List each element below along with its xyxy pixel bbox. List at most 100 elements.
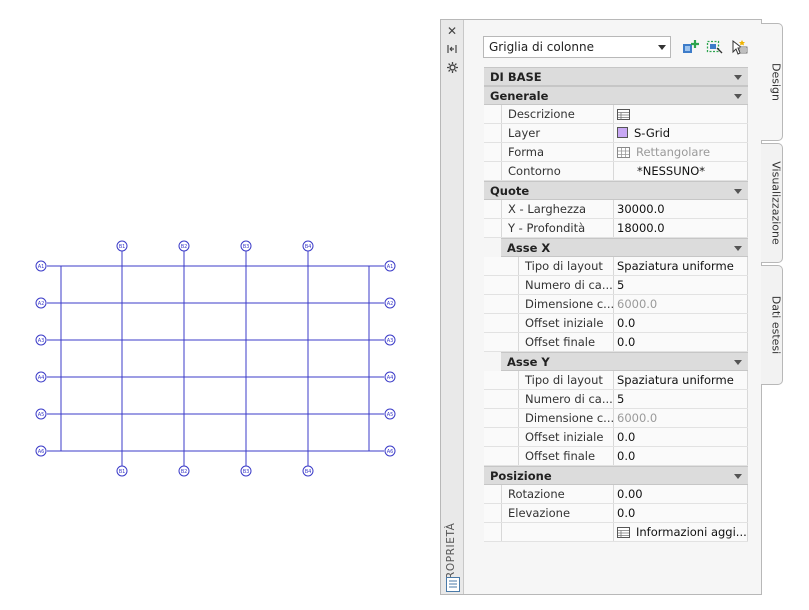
property-label: Numero di ca...: [518, 390, 614, 408]
chevron-down-icon[interactable]: [734, 94, 742, 99]
property-value-text: 0.0: [617, 506, 636, 520]
tab-dati-estesi[interactable]: Dati estesi: [761, 265, 783, 385]
grid-bubble-label[interactable]: A1: [387, 264, 394, 270]
select-objects-icon[interactable]: [730, 39, 748, 55]
grid-bubble-label[interactable]: B3: [243, 469, 250, 475]
grid-bubble-label[interactable]: B4: [305, 244, 312, 250]
grid-bubble-label[interactable]: A6: [387, 449, 394, 455]
category-header[interactable]: Posizione: [484, 466, 748, 485]
property-row[interactable]: Numero di ca... 5: [484, 276, 748, 295]
grid-bubble-label[interactable]: B1: [119, 244, 126, 250]
grid-bubble-label[interactable]: A5: [387, 412, 394, 418]
property-value[interactable]: 0.0: [614, 428, 748, 446]
property-value[interactable]: S-Grid: [614, 124, 748, 142]
chevron-down-icon[interactable]: [734, 474, 742, 479]
property-value[interactable]: 6000.0: [614, 295, 748, 313]
property-value[interactable]: 0.0: [614, 447, 748, 465]
category-header[interactable]: Generale: [484, 86, 748, 105]
property-value-text: Rettangolare: [636, 145, 711, 159]
property-value[interactable]: 6000.0: [614, 409, 748, 427]
chevron-down-icon[interactable]: [734, 246, 742, 251]
property-label: Elevazione: [501, 504, 614, 522]
property-value-text: Informazioni aggi...: [636, 525, 747, 539]
grid-bubble-label[interactable]: A2: [387, 301, 394, 307]
grid-bubble-label[interactable]: A5: [38, 412, 45, 418]
category-label: Asse X: [507, 241, 551, 255]
property-row[interactable]: Offset iniziale 0.0: [484, 314, 748, 333]
property-row[interactable]: Dimensione c... 6000.0: [484, 409, 748, 428]
quick-select-icon[interactable]: [706, 39, 724, 55]
category-header[interactable]: DI BASE: [484, 67, 748, 86]
grid-boundary[interactable]: [60, 265, 370, 452]
property-row[interactable]: X - Larghezza 30000.0: [484, 200, 748, 219]
property-value[interactable]: [614, 105, 748, 123]
add-selection-icon[interactable]: [682, 39, 700, 55]
property-value-text: 0.0: [617, 449, 636, 463]
property-row[interactable]: Descrizione: [484, 105, 748, 124]
grid-bubble-label[interactable]: B2: [181, 469, 188, 475]
property-row[interactable]: Informazioni aggi...: [484, 523, 748, 542]
property-row[interactable]: Rotazione 0.00: [484, 485, 748, 504]
property-row[interactable]: Y - Profondità 18000.0: [484, 219, 748, 238]
property-row[interactable]: Dimensione c... 6000.0: [484, 295, 748, 314]
property-value[interactable]: 5: [614, 276, 748, 294]
property-row[interactable]: Offset finale 0.0: [484, 333, 748, 352]
tab-visualizzazione[interactable]: Visualizzazione: [761, 143, 783, 263]
grid-bubble-label[interactable]: A4: [387, 375, 394, 381]
property-value[interactable]: 5: [614, 390, 748, 408]
drawing-canvas[interactable]: B1 B2 B3 B4 B1 B2 B3 B4 A1 A2 A3 A4 A5 A6 A1 A2 A3 A4 A5 A6: [0, 0, 440, 610]
property-value[interactable]: 0.0: [614, 314, 748, 332]
grid-bubble-label[interactable]: B1: [119, 469, 126, 475]
chevron-down-icon[interactable]: [734, 360, 742, 365]
category-label: Quote: [490, 184, 530, 198]
property-value[interactable]: 30000.0: [614, 200, 748, 218]
property-value-text: 5: [617, 392, 625, 406]
property-label: Offset iniziale: [518, 428, 614, 446]
grid-bubble-label[interactable]: B2: [181, 244, 188, 250]
property-value-text: 0.00: [617, 487, 643, 501]
category-header[interactable]: Quote: [484, 181, 748, 200]
property-row[interactable]: Contorno *NESSUNO*: [484, 162, 748, 181]
property-row[interactable]: Tipo di layout Spaziatura uniforme: [484, 257, 748, 276]
property-value[interactable]: Informazioni aggi...: [614, 523, 748, 541]
palette-titlebar[interactable]: ✕ PROPRIETÀ: [441, 20, 464, 594]
property-row[interactable]: Offset finale 0.0: [484, 447, 748, 466]
object-type-dropdown[interactable]: Griglia di colonne: [483, 36, 671, 58]
palette-properties-icon[interactable]: [446, 577, 460, 592]
property-row[interactable]: Elevazione 0.0: [484, 504, 748, 523]
property-value[interactable]: 0.0: [614, 333, 748, 351]
property-value[interactable]: 18000.0: [614, 219, 748, 237]
property-label: X - Larghezza: [501, 200, 614, 218]
property-label: Forma: [501, 143, 614, 161]
subcategory-header[interactable]: Asse Y: [501, 352, 748, 371]
grid-bubble-label[interactable]: A4: [38, 375, 45, 381]
grid-bubble-label[interactable]: A1: [38, 264, 45, 270]
grid-bubble-label[interactable]: A2: [38, 301, 45, 307]
property-row[interactable]: Numero di ca... 5: [484, 390, 748, 409]
grid-bubble-label[interactable]: A3: [387, 338, 394, 344]
property-value[interactable]: Rettangolare: [614, 143, 748, 161]
property-value-text: 6000.0: [617, 411, 658, 425]
autohide-icon[interactable]: [445, 42, 459, 56]
property-row[interactable]: Tipo di layout Spaziatura uniforme: [484, 371, 748, 390]
property-row[interactable]: Layer S-Grid: [484, 124, 748, 143]
property-value[interactable]: *NESSUNO*: [614, 162, 748, 180]
property-value-text: Spaziatura uniforme: [617, 373, 734, 387]
tab-design[interactable]: Design: [761, 23, 783, 141]
property-value[interactable]: 0.0: [614, 504, 748, 522]
grid-bubble-label[interactable]: B3: [243, 244, 250, 250]
close-icon[interactable]: ✕: [445, 24, 459, 38]
chevron-down-icon[interactable]: [734, 189, 742, 194]
column-grid[interactable]: B1 B2 B3 B4 B1 B2 B3 B4 A1 A2 A3 A4 A5 A6 A1 A2 A3 A4 A5 A6: [35, 240, 396, 477]
property-value[interactable]: 0.00: [614, 485, 748, 503]
grid-bubble-label[interactable]: A3: [38, 338, 45, 344]
subcategory-header[interactable]: Asse X: [501, 238, 748, 257]
grid-bubble-label[interactable]: A6: [38, 449, 45, 455]
property-row[interactable]: Forma Rettangolare: [484, 143, 748, 162]
chevron-down-icon[interactable]: [734, 75, 742, 80]
grid-bubble-label[interactable]: B4: [305, 469, 312, 475]
palette-settings-icon[interactable]: [445, 60, 459, 74]
property-value[interactable]: Spaziatura uniforme: [614, 371, 748, 389]
property-value[interactable]: Spaziatura uniforme: [614, 257, 748, 275]
property-row[interactable]: Offset iniziale 0.0: [484, 428, 748, 447]
